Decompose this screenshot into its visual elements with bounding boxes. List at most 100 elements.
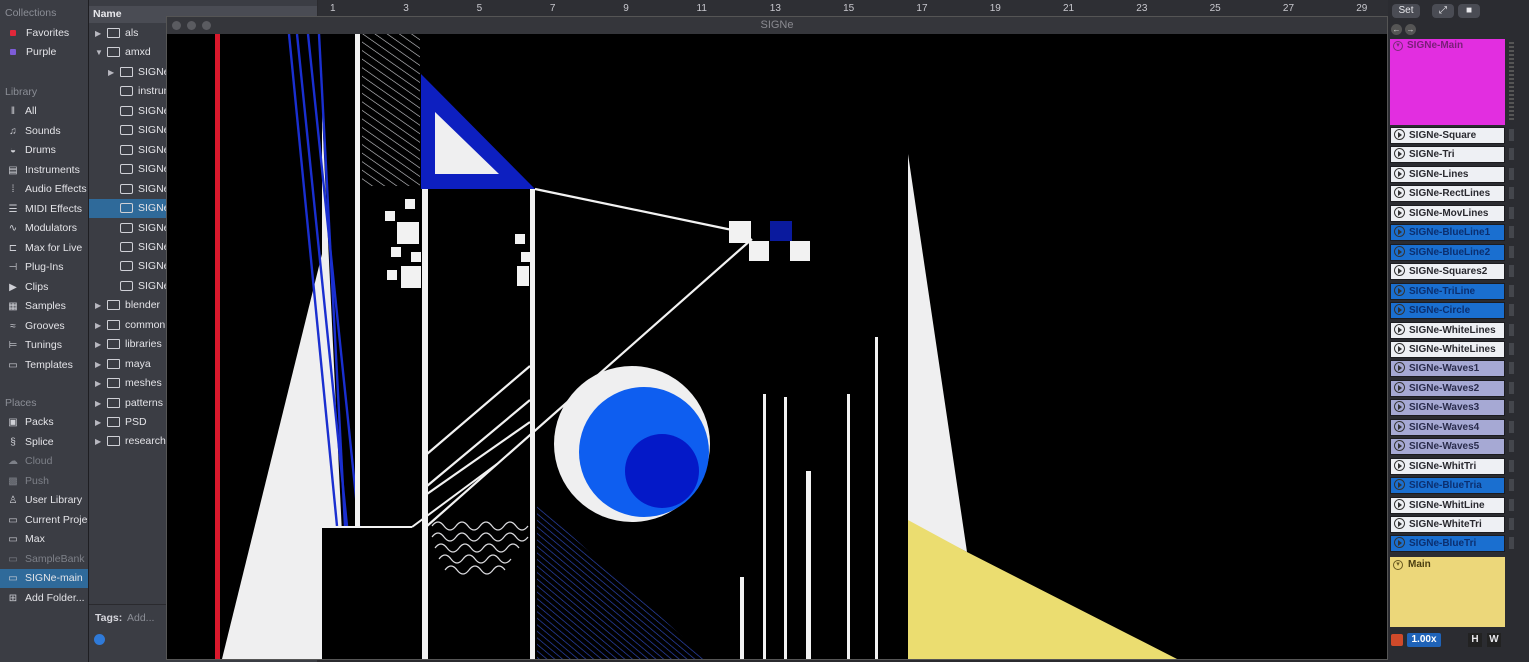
library-item-midi-effects[interactable]: ☰ MIDI Effects (0, 200, 88, 219)
clip-stop-icon[interactable] (1509, 284, 1514, 297)
clip-slot[interactable]: SIGNe-Waves4 (1390, 418, 1505, 436)
clip-slot[interactable]: SIGNe-BlueLine1 (1390, 224, 1505, 242)
clip-slot[interactable]: SIGNe-TriLine (1390, 282, 1505, 300)
library-item-instruments[interactable]: ▤ Instruments (0, 161, 88, 180)
play-clip-icon[interactable] (1394, 245, 1405, 257)
collection-purple[interactable]: Purple (0, 43, 88, 62)
expand-arrow-icon[interactable]: ▶ (95, 413, 103, 432)
clip-slot[interactable]: SIGNe-Squares2 (1390, 263, 1505, 281)
clip-slot[interactable]: SIGNe-Square (1390, 127, 1505, 144)
play-clip-icon[interactable] (1394, 518, 1405, 529)
play-clip-icon[interactable] (1394, 206, 1405, 218)
expand-arrow-icon[interactable]: ▶ (108, 63, 116, 82)
clip-stop-icon[interactable] (1509, 459, 1514, 472)
library-item-plug-ins[interactable]: ⊣ Plug-Ins (0, 258, 88, 277)
place-item-max[interactable]: ▭ Max (0, 530, 88, 549)
play-clip-icon[interactable] (1394, 537, 1405, 549)
clip-slot[interactable]: SIGNe-BlueTri (1390, 535, 1505, 553)
clip-stop-icon[interactable] (1509, 226, 1514, 239)
place-item-packs[interactable]: ▣ Packs (0, 413, 88, 432)
play-clip-icon[interactable] (1394, 420, 1405, 432)
track-fold-icon[interactable]: ▾ (1393, 560, 1403, 570)
clip-slot[interactable]: SIGNe-Lines (1390, 165, 1505, 183)
expand-arrow-icon[interactable]: ▶ (95, 432, 103, 451)
track-header-signe-main[interactable]: ▾ SIGNe-Main (1390, 39, 1505, 125)
expand-arrow-icon[interactable]: ▶ (95, 316, 103, 335)
preview-icon[interactable] (94, 634, 105, 645)
clip-stop-icon[interactable] (1509, 167, 1514, 180)
play-clip-icon[interactable] (1394, 226, 1405, 238)
expand-arrow-icon[interactable]: ▶ (95, 296, 103, 315)
place-item-samplebank[interactable]: ▭ SampleBank (0, 550, 88, 569)
expand-icon[interactable]: ⤢ (1432, 4, 1454, 18)
library-item-sounds[interactable]: ♫ Sounds (0, 122, 88, 141)
clip-slot[interactable]: SIGNe-Waves3 (1390, 399, 1505, 417)
play-clip-icon[interactable] (1394, 148, 1405, 160)
play-clip-icon[interactable] (1394, 167, 1405, 179)
clip-slot[interactable]: SIGNe-WhiteLines (1390, 340, 1505, 358)
collection-favorites[interactable]: Favorites (0, 24, 88, 43)
minimize-window-button[interactable] (187, 21, 196, 30)
clip-slot[interactable]: SIGNe-Waves5 (1390, 438, 1505, 456)
clip-slot[interactable]: SIGNe-RectLines (1390, 185, 1505, 203)
place-item-user-library[interactable]: ♙ User Library (0, 491, 88, 510)
h-button[interactable]: H (1468, 633, 1482, 647)
play-clip-icon[interactable] (1394, 381, 1405, 393)
play-clip-icon[interactable] (1394, 304, 1405, 316)
clip-stop-icon[interactable] (1509, 265, 1514, 278)
play-clip-icon[interactable] (1394, 440, 1405, 452)
place-item-signe-main[interactable]: ▭ SIGNe-main (0, 569, 88, 588)
tags-input[interactable]: Add... (127, 612, 154, 624)
clip-stop-icon[interactable] (1509, 420, 1514, 433)
play-clip-icon[interactable] (1394, 459, 1405, 471)
clip-stop-icon[interactable] (1509, 323, 1514, 336)
library-item-templates[interactable]: ▭ Templates (0, 356, 88, 375)
library-item-all[interactable]: ‖ All (0, 102, 88, 121)
clip-slot[interactable]: SIGNe-Waves2 (1390, 379, 1505, 397)
play-clip-icon[interactable] (1394, 284, 1405, 296)
clip-slot[interactable]: SIGNe-WhitLine (1390, 496, 1505, 514)
zoom-level[interactable]: 1.00x (1407, 633, 1441, 647)
clip-slot[interactable]: SIGNe-BlueTria (1390, 477, 1505, 495)
place-item-cloud[interactable]: ☁ Cloud (0, 452, 88, 471)
clip-stop-icon[interactable] (1509, 362, 1514, 375)
clip-stop-icon[interactable] (1509, 148, 1514, 161)
w-button[interactable]: W (1487, 633, 1501, 647)
play-clip-icon[interactable] (1394, 187, 1405, 199)
close-window-button[interactable] (172, 21, 181, 30)
place-item-current-project[interactable]: ▭ Current Project (0, 511, 88, 530)
clip-stop-icon[interactable] (1509, 518, 1514, 530)
library-item-grooves[interactable]: ≈ Grooves (0, 317, 88, 336)
clip-stop-icon[interactable] (1509, 440, 1514, 453)
play-clip-icon[interactable] (1394, 323, 1405, 335)
clip-stop-icon[interactable] (1509, 479, 1514, 492)
play-clip-icon[interactable] (1394, 479, 1405, 491)
lock-icon[interactable]: ■ (1458, 4, 1480, 18)
clip-slot[interactable]: SIGNe-BlueLine2 (1390, 243, 1505, 261)
collapse-arrow-icon[interactable]: ▼ (95, 43, 103, 62)
clip-stop-icon[interactable] (1509, 498, 1514, 511)
expand-arrow-icon[interactable]: ▶ (95, 335, 103, 354)
clip-slot[interactable]: SIGNe-WhiteLines (1390, 321, 1505, 339)
main-track-header[interactable]: ▾ Main (1390, 557, 1505, 627)
clip-slot[interactable]: SIGNe-WhiteTri (1390, 516, 1505, 533)
play-clip-icon[interactable] (1394, 129, 1405, 140)
place-item-splice[interactable]: § Splice (0, 433, 88, 452)
library-item-tunings[interactable]: ⊨ Tunings (0, 336, 88, 355)
clip-slot[interactable]: SIGNe-MovLines (1390, 204, 1505, 222)
play-clip-icon[interactable] (1394, 342, 1405, 354)
clip-slot[interactable]: SIGNe-Waves1 (1390, 360, 1505, 378)
play-clip-icon[interactable] (1394, 362, 1405, 374)
track-fold-icon[interactable]: ▾ (1393, 41, 1403, 51)
library-item-modulators[interactable]: ∿ Modulators (0, 219, 88, 238)
clip-slot[interactable]: SIGNe-WhitTri (1390, 457, 1505, 475)
clip-stop-icon[interactable] (1509, 304, 1514, 317)
play-clip-icon[interactable] (1394, 401, 1405, 413)
forward-arrow-icon[interactable]: → (1405, 24, 1416, 35)
library-item-samples[interactable]: ▦ Samples (0, 297, 88, 316)
clip-stop-icon[interactable] (1509, 342, 1514, 355)
window-titlebar[interactable]: SIGNe (167, 17, 1387, 34)
clip-stop-icon[interactable] (1509, 381, 1514, 394)
back-arrow-icon[interactable]: ← (1391, 24, 1402, 35)
zoom-window-button[interactable] (202, 21, 211, 30)
